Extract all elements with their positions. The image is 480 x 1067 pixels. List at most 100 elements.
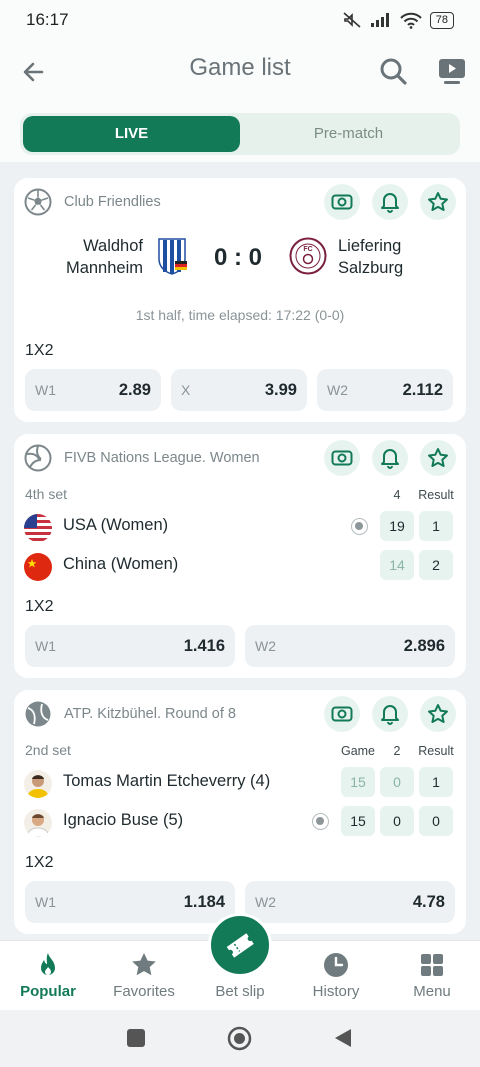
odd-value: 1.184 — [183, 892, 225, 911]
odd-w2[interactable]: W2 4.78 — [245, 881, 455, 923]
bet-slip-button[interactable] — [208, 913, 272, 977]
live-stream-button[interactable] — [324, 184, 360, 220]
match-time-info: 1st half, time elapsed: 17:22 (0-0) — [135, 307, 345, 323]
status-icons: 78 — [342, 11, 454, 29]
odd-w2[interactable]: W2 2.112 — [317, 369, 453, 411]
card-actions — [324, 184, 456, 220]
card-actions — [324, 440, 456, 476]
live-stream-button[interactable] — [324, 440, 360, 476]
period-label: 4th set — [25, 486, 68, 502]
player-row: Ignacio Buse (5) 15 0 0 — [24, 806, 456, 838]
notification-button[interactable] — [372, 184, 408, 220]
match-card-football[interactable]: Club Friendlies Waldhof Mannheim 0 : 0 F… — [14, 178, 466, 422]
odd-value: 2.89 — [118, 380, 151, 399]
nav-favorites[interactable]: Favorites — [96, 941, 192, 1011]
status-time: 16:17 — [26, 10, 69, 29]
tab-prematch[interactable]: Pre-match — [240, 116, 457, 152]
card-header: Club Friendlies — [24, 186, 161, 218]
score-box: 2 — [419, 550, 453, 580]
team1-name-line2: Mannheim — [65, 259, 143, 277]
favorite-button[interactable] — [420, 440, 456, 476]
back-icon[interactable] — [333, 1027, 353, 1049]
nav-menu[interactable]: Menu — [384, 941, 480, 1011]
score-box: 19 — [380, 511, 414, 541]
odd-value: 2.112 — [402, 380, 443, 399]
star-icon — [428, 704, 448, 723]
market-label: 1X2 — [25, 854, 54, 871]
notification-button[interactable] — [372, 440, 408, 476]
nav-label: Menu — [413, 983, 451, 1000]
odd-value: 3.99 — [264, 380, 297, 399]
score-box: 1 — [419, 767, 453, 797]
nav-popular[interactable]: Popular — [0, 941, 96, 1011]
tab-live[interactable]: LIVE — [23, 116, 240, 152]
column-header-result: Result — [418, 488, 454, 502]
column-header-set: 4 — [393, 488, 401, 502]
flag-china-icon — [24, 553, 52, 581]
team1-name: Waldhof Mannheim — [50, 235, 143, 279]
odds-row: W1 1.416 W2 2.896 — [25, 625, 455, 667]
search-icon[interactable] — [375, 53, 411, 89]
player-name: Tomas Martin Etcheverry (4) — [63, 772, 271, 790]
home-icon[interactable] — [227, 1026, 252, 1051]
column-header-game: Game — [340, 744, 376, 758]
flag-usa-icon — [24, 514, 52, 542]
star-icon — [132, 953, 156, 976]
status-bar: 16:17 78 — [0, 0, 480, 40]
odd-w1[interactable]: W1 1.184 — [25, 881, 235, 923]
signal-icon — [370, 13, 389, 27]
player-row: China (Women) 14 2 — [24, 550, 456, 582]
nav-history[interactable]: History — [288, 941, 384, 1011]
odd-w1[interactable]: W1 2.89 — [25, 369, 161, 411]
tabs-container: LIVE Pre-match — [0, 104, 480, 162]
nav-label: Favorites — [113, 983, 175, 1000]
grid-icon — [421, 954, 443, 976]
column-header-result: Result — [418, 744, 454, 758]
score-box: 0 — [380, 806, 414, 836]
odd-label: X — [181, 382, 191, 398]
match-score: 0 : 0 — [214, 244, 263, 271]
player-name: Ignacio Buse (5) — [63, 811, 184, 829]
team1-name-line1: Waldhof — [83, 237, 143, 255]
odd-value: 4.78 — [412, 892, 445, 911]
card-header: ATP. Kitzbühel. Round of 8 — [24, 698, 236, 730]
camera-icon — [331, 450, 353, 466]
odd-w2[interactable]: W2 2.896 — [245, 625, 455, 667]
bell-icon — [381, 449, 399, 469]
notification-button[interactable] — [372, 696, 408, 732]
odd-w1[interactable]: W1 1.416 — [25, 625, 235, 667]
mute-icon — [343, 12, 361, 28]
odd-value: 1.416 — [183, 636, 225, 655]
bell-icon — [381, 705, 399, 725]
league-name: Club Friendlies — [64, 194, 161, 210]
recent-apps-icon[interactable] — [126, 1028, 146, 1048]
tv-icon[interactable] — [434, 53, 470, 89]
score-box: 0 — [380, 767, 414, 797]
period-label: 2nd set — [25, 742, 71, 758]
star-icon — [428, 448, 448, 467]
star-icon — [428, 192, 448, 211]
favorite-button[interactable] — [420, 696, 456, 732]
player-avatar — [24, 809, 52, 837]
column-header-set: 2 — [393, 744, 401, 758]
player-avatar — [24, 770, 52, 798]
favorite-button[interactable] — [420, 184, 456, 220]
bell-icon — [381, 193, 399, 213]
odd-x[interactable]: X 3.99 — [171, 369, 307, 411]
nav-label: History — [312, 983, 360, 1000]
ticket-icon — [226, 933, 254, 958]
live-prematch-toggle: LIVE Pre-match — [20, 113, 460, 155]
player-name: USA (Women) — [63, 516, 169, 534]
odd-value: 2.896 — [403, 636, 445, 655]
league-name: FIVB Nations League. Women — [64, 450, 260, 466]
market-label: 1X2 — [25, 342, 54, 359]
odds-row: W1 2.89 X 3.99 W2 2.112 — [25, 369, 453, 411]
odd-label: W1 — [35, 638, 56, 654]
match-card-volleyball[interactable]: FIVB Nations League. Women 4th set 4 Res… — [14, 434, 466, 678]
team1-logo — [158, 238, 187, 275]
team2-name-line1: Liefering — [338, 237, 402, 255]
odd-label: W2 — [255, 894, 276, 910]
player-row: USA (Women) 19 1 — [24, 511, 456, 543]
live-stream-button[interactable] — [324, 696, 360, 732]
match-card-tennis[interactable]: ATP. Kitzbühel. Round of 8 2nd set Game … — [14, 690, 466, 934]
